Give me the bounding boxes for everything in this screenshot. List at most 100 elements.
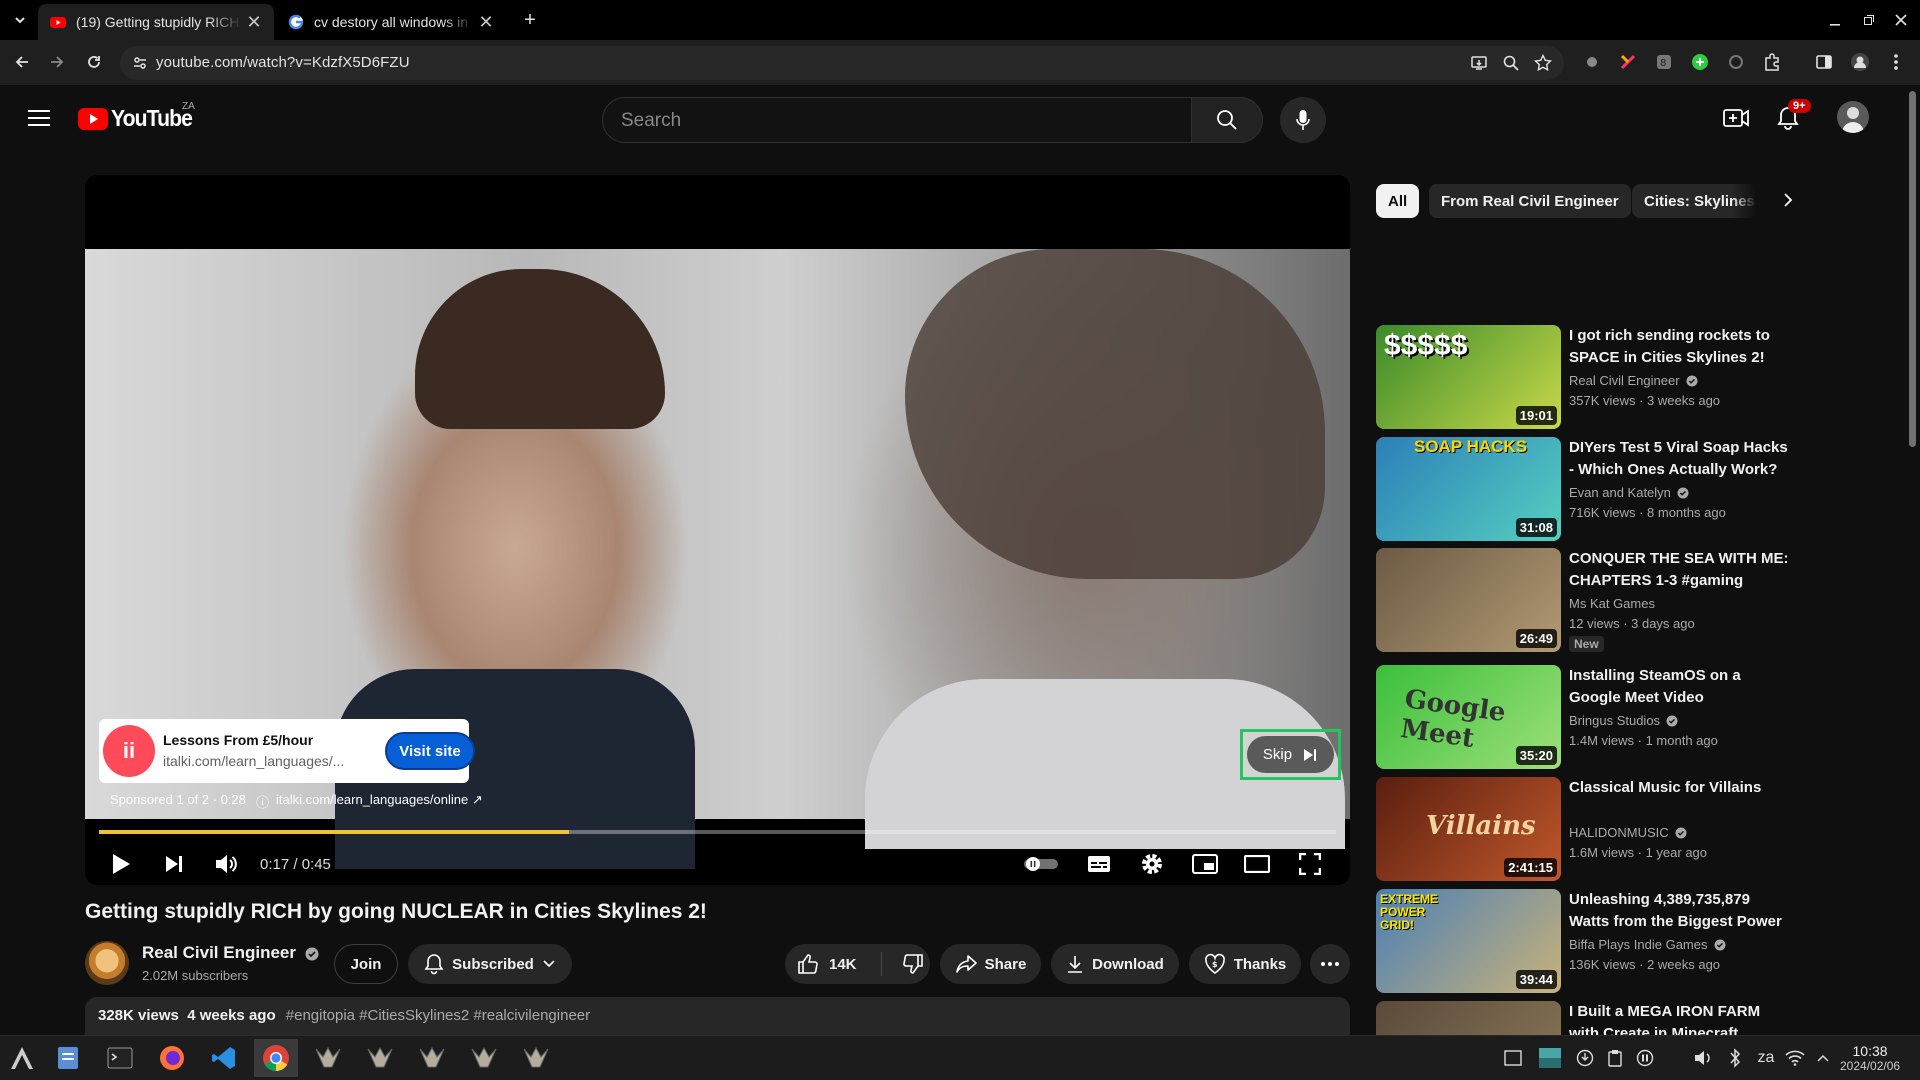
recommendation-item[interactable]: Google Meet 35:20 Installing SteamOS on a … [1376,665,1796,769]
share-button[interactable]: Share [940,944,1041,984]
tray-expand-chevron-icon[interactable] [1812,1047,1834,1069]
app-launcher-icon[interactable] [0,1039,44,1077]
app-window-icon[interactable] [306,1039,350,1077]
extension-icon[interactable]: 8 [1652,50,1676,74]
search-input[interactable]: Search [602,97,1192,143]
autoplay-toggle[interactable] [1021,846,1061,882]
workspace-pager-icon[interactable] [1538,1047,1562,1069]
recommendation-thumbnail[interactable]: 26:49 [1376,548,1561,652]
clock[interactable]: 10:38 2024/02/06 [1840,1044,1900,1074]
chip-cities-skylines[interactable]: Cities: Skylines II [1632,184,1757,218]
volume-tray-icon[interactable] [1692,1047,1714,1069]
description-box[interactable]: 328K views 4 weeks ago #engitopia #Citie… [85,997,1350,1035]
chip-all[interactable]: All [1376,184,1420,218]
app-window-icon[interactable] [462,1039,506,1077]
recommendation-item[interactable]: Villains 2:41:15 Classical Music for Villa… [1376,777,1796,881]
keyboard-layout-indicator[interactable]: za [1752,1047,1780,1069]
subscribed-button[interactable]: Subscribed [408,944,572,984]
tab-youtube[interactable]: (19) Getting stupidly RICH by going NUCL… [38,4,274,40]
app-window-icon[interactable] [514,1039,558,1077]
zoom-icon[interactable] [1502,54,1520,72]
recommendation-title[interactable]: Classical Music for Villains [1569,777,1791,799]
side-panel-icon[interactable] [1812,50,1836,74]
video-player[interactable]: ii Lessons From £5/hour italki.com/learn… [85,175,1350,885]
recommendation-channel[interactable]: Biffa Plays Indie Games [1569,937,1726,952]
like-button[interactable]: 14K [797,953,857,975]
miniplayer-button[interactable] [1187,846,1223,882]
recommendation-title[interactable]: Installing SteamOS on a Google Meet Vide… [1569,665,1791,709]
account-avatar[interactable] [1837,101,1869,133]
forward-icon[interactable] [45,50,69,74]
recommendation-item[interactable]: 26:49 CONQUER THE SEA WITH ME: CHAPTERS 1… [1376,548,1796,652]
recommendation-thumbnail[interactable]: Google Meet 35:20 [1376,665,1561,769]
browser-menu-icon[interactable] [1884,50,1908,74]
extensions-puzzle-icon[interactable] [1760,50,1784,74]
visit-site-button[interactable]: Visit site [385,732,475,770]
reload-icon[interactable] [82,50,106,74]
show-desktop-icon[interactable] [1502,1047,1524,1069]
recommendation-thumbnail[interactable]: $$$$$ 19:01 [1376,325,1561,429]
recommendation-item[interactable]: 24:57I Built a MEGA IRON FARM with Creat… [1376,1001,1796,1035]
chips-next-chevron-icon[interactable] [1782,191,1794,209]
updates-icon[interactable] [1574,1047,1596,1069]
bookmark-star-icon[interactable] [1534,54,1552,72]
guide-menu-icon[interactable] [28,109,50,127]
tab-search-icon[interactable] [8,8,32,32]
minimize-window-icon[interactable] [1823,8,1847,32]
recommendation-item[interactable]: EXTREME POWER GRID! 39:44 Unleashing 4,389… [1376,889,1796,993]
extension-icon[interactable] [1616,50,1640,74]
channel-avatar[interactable] [85,941,129,985]
recommendation-title[interactable]: Unleashing 4,389,735,879 Watts from the … [1569,889,1791,933]
recommendation-thumbnail[interactable]: EXTREME POWER GRID! 39:44 [1376,889,1561,993]
search-button[interactable] [1191,97,1263,143]
recommendation-title[interactable]: I got rich sending rockets to SPACE in C… [1569,325,1791,369]
recommendation-thumbnail[interactable]: SOAP HACKS 31:08 [1376,437,1561,541]
recommendation-title[interactable]: CONQUER THE SEA WITH ME: CHAPTERS 1-3 #g… [1569,548,1791,592]
recommendation-thumbnail[interactable]: 24:57 [1376,1001,1561,1035]
next-button[interactable] [156,846,192,882]
recommendation-channel[interactable]: Evan and Katelyn [1569,485,1689,500]
address-bar[interactable]: youtube.com/watch?v=KdzfX5D6FZU [120,46,1564,80]
firefox-icon[interactable] [150,1039,194,1077]
notifications-bell-icon[interactable]: 9+ [1776,99,1811,131]
terminal-icon[interactable] [98,1039,142,1077]
recommendation-thumbnail[interactable]: Villains 2:41:15 [1376,777,1561,881]
app-window-icon[interactable] [410,1039,454,1077]
close-tab-icon[interactable]: ✕ [242,10,266,34]
chip-from-channel[interactable]: From Real Civil Engineer [1429,184,1631,218]
back-icon[interactable] [10,50,34,74]
profile-avatar-icon[interactable] [1848,50,1872,74]
skip-ad-button[interactable]: Skip [1247,736,1334,773]
fullscreen-button[interactable] [1292,846,1328,882]
recommendation-channel[interactable]: HALIDONMUSIC [1569,825,1687,840]
vscode-icon[interactable] [202,1039,246,1077]
progress-bar[interactable] [99,830,1336,834]
file-manager-icon[interactable] [46,1039,90,1077]
create-video-icon[interactable] [1723,107,1749,129]
new-tab-button[interactable]: + [518,8,542,32]
scrollbar-thumb[interactable] [1909,91,1916,447]
download-button[interactable]: Download [1051,944,1179,984]
extension-icon[interactable] [1580,50,1604,74]
clipboard-icon[interactable] [1604,1047,1626,1069]
join-button[interactable]: Join [334,944,398,984]
voice-search-button[interactable] [1280,97,1326,143]
recommendation-title[interactable]: I Built a MEGA IRON FARM with Create in … [1569,1001,1791,1035]
youtube-logo[interactable]: YouTube ZA [78,101,199,132]
ad-card[interactable]: ii Lessons From £5/hour italki.com/learn… [99,719,475,783]
recommendation-channel[interactable]: Ms Kat Games [1569,596,1655,611]
recommendation-item[interactable]: $$$$$ 19:01 I got rich sending rockets to … [1376,325,1796,429]
install-app-icon[interactable] [1470,54,1488,72]
tab-google-search[interactable]: cv destory all windows in cpp - Google S… [276,4,506,40]
recommendation-title[interactable]: DIYers Test 5 Viral Soap Hacks - Which O… [1569,437,1791,481]
theater-mode-button[interactable] [1239,846,1275,882]
app-window-icon[interactable] [358,1039,402,1077]
close-window-icon[interactable] [1889,8,1913,32]
play-button[interactable] [103,846,139,882]
extension-icon[interactable] [1688,50,1712,74]
maximize-window-icon[interactable] [1857,8,1881,32]
volume-button[interactable] [208,846,244,882]
recommendation-channel[interactable]: Real Civil Engineer [1569,373,1698,388]
info-icon[interactable]: ⓘ [256,792,269,811]
more-actions-button[interactable] [1310,944,1350,984]
